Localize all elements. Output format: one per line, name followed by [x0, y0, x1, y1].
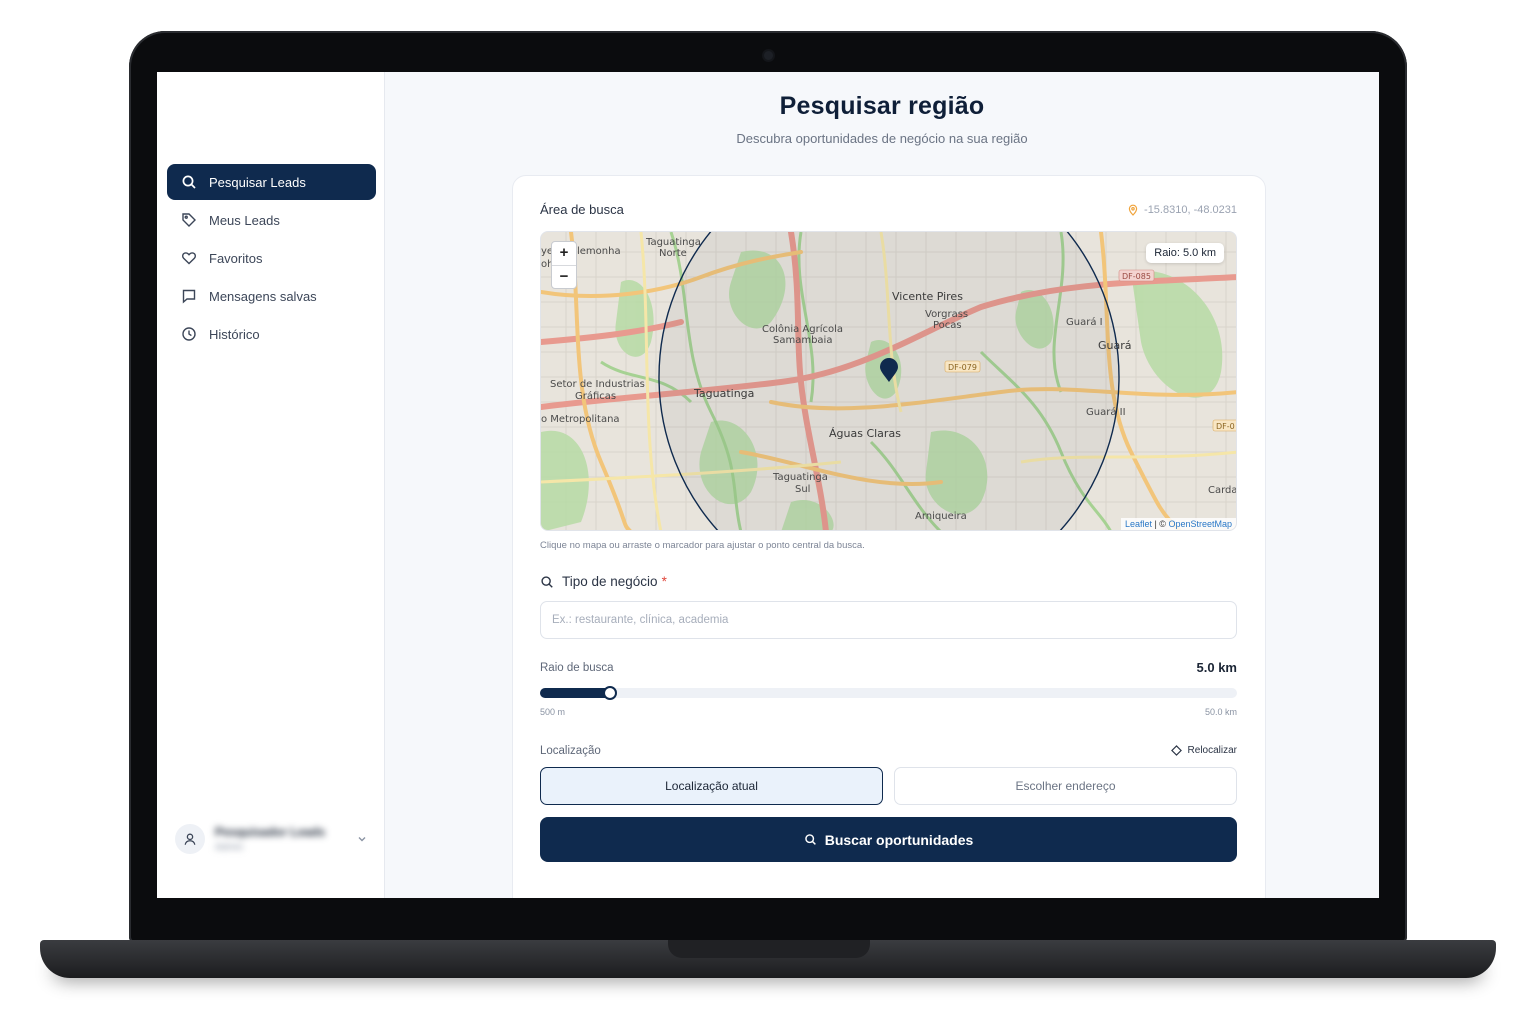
svg-text:DF-0: DF-0 — [1216, 422, 1235, 431]
openstreetmap-link[interactable]: OpenStreetMap — [1168, 519, 1232, 529]
search-icon — [181, 174, 197, 190]
map-label: o Metropolitana — [541, 414, 620, 425]
sidebar-item-label: Meus Leads — [209, 212, 280, 228]
map-label: Gráficas — [575, 390, 616, 402]
map-label: Pocas — [933, 320, 962, 331]
zoom-in-button[interactable]: + — [552, 242, 576, 265]
zoom-controls: + − — [551, 241, 577, 289]
map-label: Taguatinga — [693, 387, 754, 400]
map-label: Taguatinga — [645, 237, 701, 248]
radius-slider-fill — [540, 688, 610, 698]
search-opportunities-label: Buscar oportunidades — [824, 831, 974, 848]
map-label: Norte — [659, 248, 687, 259]
road-shield: DF-0 — [1212, 419, 1236, 432]
sidebar: Pesquisar Leads Meus Leads Favoritos Men… — [157, 72, 385, 898]
map-label: lemonha — [577, 246, 621, 257]
sidebar-item-historico[interactable]: Histórico — [167, 316, 376, 352]
search-card: Área de busca -15.8310, -48.0231 Taguati… — [512, 175, 1266, 898]
business-type-input[interactable] — [540, 601, 1237, 639]
leaflet-link[interactable]: Leaflet — [1125, 519, 1152, 529]
svg-text:DF-085: DF-085 — [1122, 272, 1151, 281]
current-location-option[interactable]: Localização atual — [540, 767, 883, 805]
search-area-header: Área de busca -15.8310, -48.0231 — [540, 202, 1237, 217]
map-label: Guará I — [1066, 316, 1103, 328]
road-shield: DF-079 — [944, 360, 981, 373]
relocate-label: Relocalizar — [1187, 745, 1237, 756]
map-label: Águas Claras — [829, 427, 901, 440]
map-help-text: Clique no mapa ou arraste o marcador par… — [540, 540, 865, 551]
map-label: Samambaia — [773, 335, 832, 346]
relocate-button[interactable]: Relocalizar — [1170, 745, 1237, 756]
attribution-separator: | © — [1151, 519, 1169, 529]
radius-value: 5.0 km — [1196, 660, 1237, 675]
navigation-icon — [1170, 745, 1182, 756]
sidebar-item-mensagens-salvas[interactable]: Mensagens salvas — [167, 278, 376, 314]
map-label: Carda — [1208, 485, 1237, 496]
tag-icon — [181, 212, 197, 228]
search-area-title: Área de busca — [540, 202, 624, 217]
sidebar-item-favoritos[interactable]: Favoritos — [167, 240, 376, 276]
map-label: Vorgrass — [925, 309, 968, 320]
laptop-notch — [668, 940, 870, 958]
sidebar-item-label: Pesquisar Leads — [209, 174, 306, 190]
page-subtitle: Descubra oportunidades de negócio na sua… — [736, 131, 1028, 146]
radius-slider-thumb[interactable] — [602, 686, 617, 700]
page-title: Pesquisar região — [779, 92, 985, 120]
map-pin-icon — [1128, 204, 1138, 216]
message-icon — [181, 288, 197, 304]
sidebar-item-pesquisar-leads[interactable]: Pesquisar Leads — [167, 164, 376, 200]
map-label: Sul — [795, 484, 810, 495]
search-icon — [804, 834, 816, 845]
location-label: Localização — [540, 745, 601, 757]
search-opportunities-button[interactable]: Buscar oportunidades — [540, 817, 1237, 862]
radius-min-label: 500 m — [540, 707, 566, 717]
chevron-down-icon — [358, 837, 366, 842]
user-icon — [184, 833, 196, 845]
user-info: Pesquisador Leads Admin — [215, 825, 356, 853]
user-role: Admin — [215, 842, 244, 853]
map-label: Guará — [1098, 339, 1132, 352]
business-type-label-text: Tipo de negócio — [562, 574, 658, 589]
user-menu[interactable]: Pesquisador Leads Admin — [167, 816, 376, 862]
radius-label: Raio de busca — [540, 662, 614, 674]
coordinates-readout: -15.8310, -48.0231 — [1127, 204, 1237, 216]
search-map[interactable]: Taguatinga Norte lemonha ye oh Vicente P… — [540, 231, 1237, 531]
avatar — [175, 824, 205, 854]
map-attribution: Leaflet | © OpenStreetMap — [1120, 518, 1236, 530]
map-label: Setor de Industrias — [550, 379, 645, 390]
sidebar-item-label: Favoritos — [209, 250, 263, 266]
radius-max-label: 50.0 km — [1204, 707, 1237, 717]
app-screen: Pesquisar Leads Meus Leads Favoritos Men… — [157, 72, 1379, 898]
heart-icon — [181, 250, 197, 266]
webcam — [764, 51, 773, 60]
map-label: Vicente Pires — [892, 290, 963, 303]
map-tiles[interactable]: Taguatinga Norte lemonha ye oh Vicente P… — [541, 232, 1237, 531]
sidebar-item-meus-leads[interactable]: Meus Leads — [167, 202, 376, 238]
clock-icon — [181, 326, 197, 342]
coordinates-text: -15.8310, -48.0231 — [1144, 203, 1237, 216]
map-label: Colônia Agrícola — [762, 323, 843, 335]
map-label: Guará II — [1086, 406, 1126, 418]
radius-badge: Raio: 5.0 km — [1146, 243, 1224, 263]
zoom-out-button[interactable]: − — [552, 265, 576, 288]
radius-slider[interactable] — [540, 686, 1237, 700]
road-shield: DF-085 — [1118, 269, 1155, 282]
map-label: Taguatinga — [772, 472, 828, 483]
map-label: Arniqueira — [915, 511, 967, 522]
business-type-label: Tipo de negócio * — [540, 574, 667, 589]
main-content: Pesquisar região Descubra oportunidades … — [385, 72, 1379, 898]
user-name: Pesquisador Leads — [215, 825, 326, 839]
sidebar-nav: Pesquisar Leads Meus Leads Favoritos Men… — [167, 164, 376, 354]
sidebar-item-label: Mensagens salvas — [209, 288, 317, 304]
required-mark: * — [661, 574, 667, 589]
choose-address-option[interactable]: Escolher endereço — [894, 767, 1237, 805]
sidebar-item-label: Histórico — [209, 326, 260, 342]
svg-text:DF-079: DF-079 — [948, 363, 977, 372]
search-icon — [541, 575, 553, 588]
